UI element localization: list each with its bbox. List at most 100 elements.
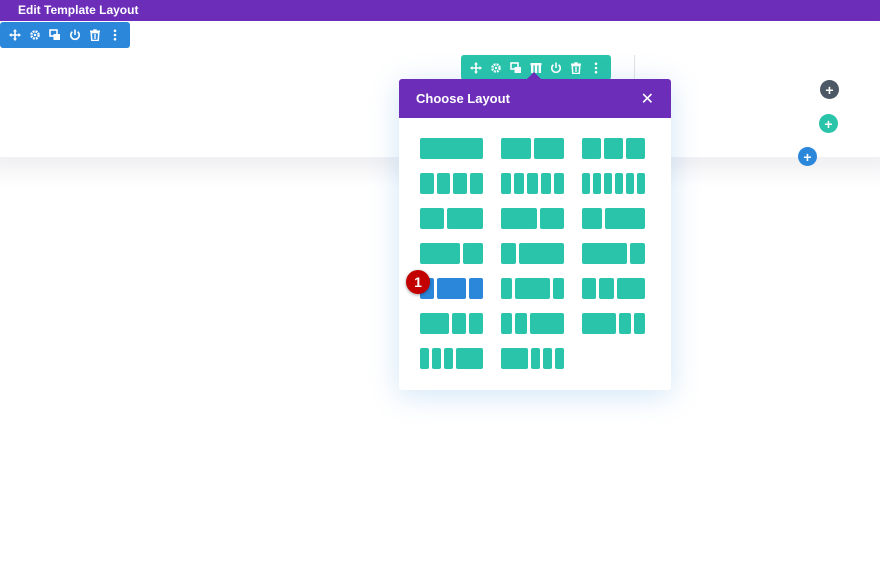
layout-column: [456, 348, 483, 369]
power-icon[interactable]: [547, 59, 565, 77]
layout-column: [540, 208, 564, 229]
layout-option[interactable]: [582, 313, 645, 334]
layout-column: [420, 138, 483, 159]
layout-column: [582, 208, 602, 229]
layout-column: [444, 348, 453, 369]
layout-column: [447, 208, 483, 229]
layout-column: [555, 348, 564, 369]
layout-option[interactable]: [582, 138, 645, 159]
layout-column: [604, 173, 612, 194]
layout-column: [630, 243, 645, 264]
modal-pointer-caret: [527, 72, 541, 79]
layout-column: [582, 173, 590, 194]
layout-column: [552, 278, 564, 299]
duplicate-icon[interactable]: [46, 26, 64, 44]
layout-column: [501, 278, 513, 299]
layout-column: [605, 208, 645, 229]
modal-header: Choose Layout ✕: [399, 79, 671, 118]
add-section-icon[interactable]: +: [820, 80, 839, 99]
layout-column: [582, 138, 601, 159]
section-toolbar: [0, 22, 130, 48]
more-icon[interactable]: [106, 26, 124, 44]
layout-option[interactable]: [420, 208, 483, 229]
layout-column: [593, 173, 601, 194]
layout-option[interactable]: [501, 313, 564, 334]
trash-icon[interactable]: [567, 59, 585, 77]
layout-column: [451, 313, 466, 334]
layout-option[interactable]: [420, 313, 483, 334]
layout-column: [626, 138, 645, 159]
layout-column: [553, 173, 564, 194]
layout-column: [420, 348, 429, 369]
layout-column: [633, 313, 645, 334]
layout-column: [437, 278, 466, 299]
layout-option[interactable]: [420, 348, 483, 369]
layout-column: [501, 313, 513, 334]
layout-column: [514, 173, 525, 194]
layout-column: [540, 173, 551, 194]
layout-column: [420, 173, 434, 194]
layout-column: [615, 173, 623, 194]
add-module-icon[interactable]: +: [798, 147, 817, 166]
layout-option[interactable]: [420, 138, 483, 159]
layout-column: [599, 278, 614, 299]
layout-column: [501, 243, 516, 264]
layout-column: [519, 243, 564, 264]
layout-column: [501, 208, 537, 229]
layout-column: [616, 278, 645, 299]
layout-column: [582, 313, 617, 334]
power-icon[interactable]: [66, 26, 84, 44]
layout-column: [469, 173, 483, 194]
layout-column: [463, 243, 483, 264]
layout-column: [515, 278, 550, 299]
layout-option[interactable]: [420, 173, 483, 194]
page-title: Edit Template Layout: [18, 3, 139, 17]
layout-column: [501, 173, 512, 194]
layout-column: [468, 278, 483, 299]
layout-column: [619, 313, 631, 334]
modal-title: Choose Layout: [416, 91, 510, 106]
move-icon[interactable]: [6, 26, 24, 44]
layout-column: [534, 138, 564, 159]
layout-column: [626, 173, 634, 194]
template-editor-title-bar: Edit Template Layout: [0, 0, 880, 21]
move-icon[interactable]: [467, 59, 485, 77]
gear-icon[interactable]: [26, 26, 44, 44]
layout-column: [531, 348, 540, 369]
step-badge: 1: [406, 270, 430, 294]
layout-column: [453, 173, 467, 194]
layout-column: [501, 138, 531, 159]
layout-option[interactable]: [501, 348, 564, 369]
layout-option[interactable]: [582, 278, 645, 299]
layout-option[interactable]: [582, 208, 645, 229]
layout-column: [515, 313, 527, 334]
layout-option[interactable]: [582, 173, 645, 194]
layout-column: [420, 243, 460, 264]
close-icon[interactable]: ✕: [641, 89, 654, 109]
layout-column: [527, 173, 538, 194]
layout-option[interactable]: [501, 138, 564, 159]
layout-column: [420, 208, 444, 229]
layout-option[interactable]: [420, 243, 483, 264]
layout-column: [420, 313, 449, 334]
layout-option[interactable]: [582, 243, 645, 264]
layout-column: [582, 278, 597, 299]
layout-column: [529, 313, 564, 334]
layout-option[interactable]: [501, 243, 564, 264]
layout-column: [543, 348, 552, 369]
layout-column: [501, 348, 528, 369]
layout-option[interactable]: [501, 208, 564, 229]
more-icon[interactable]: [587, 59, 605, 77]
duplicate-icon[interactable]: [507, 59, 525, 77]
choose-layout-modal: Choose Layout ✕: [399, 72, 671, 390]
add-row-icon[interactable]: +: [819, 114, 838, 133]
layout-column: [432, 348, 441, 369]
trash-icon[interactable]: [86, 26, 104, 44]
layout-option[interactable]: [501, 173, 564, 194]
layout-column: [582, 243, 627, 264]
gear-icon[interactable]: [487, 59, 505, 77]
layout-option[interactable]: [501, 278, 564, 299]
layout-column: [637, 173, 645, 194]
layout-column: [436, 173, 450, 194]
layout-column: [468, 313, 483, 334]
